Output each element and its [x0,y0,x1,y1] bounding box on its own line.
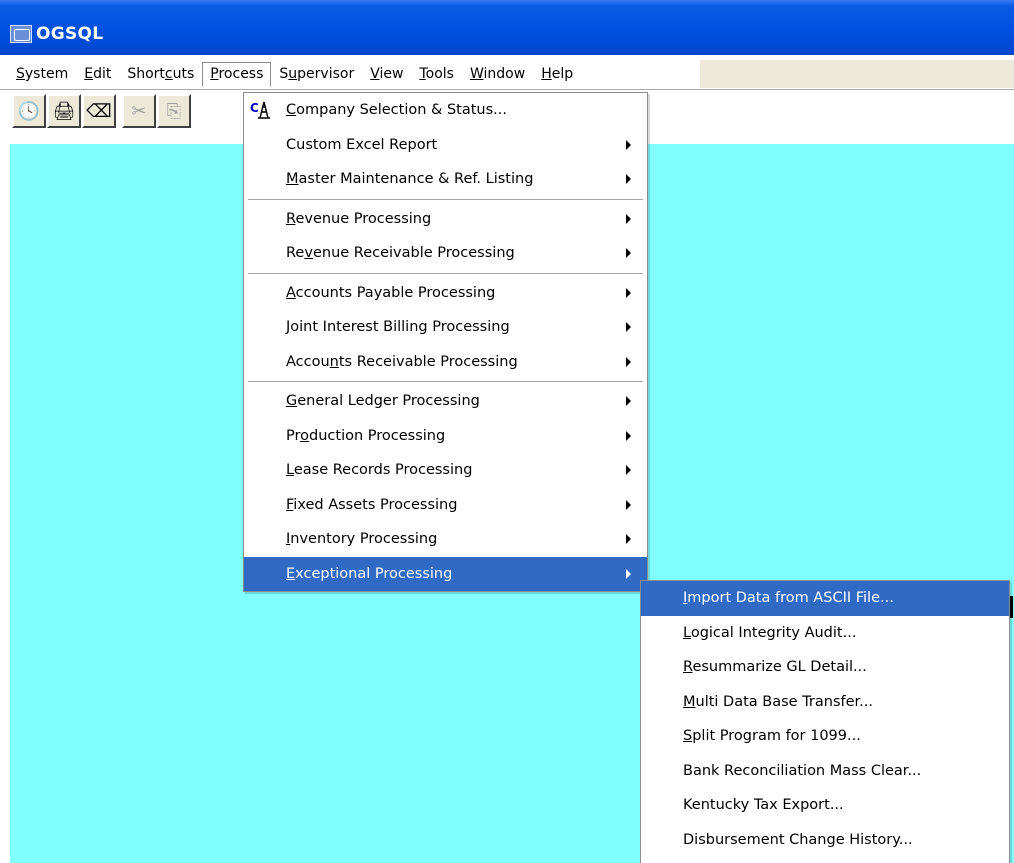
calendar-clock-icon: 🕓 [17,100,41,122]
menu-item-label: Accounts Payable Processing [286,284,496,301]
menu-item-custom-excel-report[interactable]: Custom Excel Report [244,128,647,163]
menu-item-label: Inventory Processing [286,531,438,548]
submenu-arrow-icon [626,396,631,407]
menu-window[interactable]: Window [462,62,533,87]
menu-item-fixed-assets-processing[interactable]: Fixed Assets Processing [244,488,647,523]
menu-item-label: Accounts Receivable Processing [286,353,518,370]
menu-item-label: Company Selection & Status... [286,102,507,119]
submenu-arrow-icon [626,568,631,579]
menu-item-label: General Ledger Processing [286,393,480,410]
submenu-arrow-icon [626,356,631,367]
submenu-arrow-icon [626,465,631,476]
print-preview-button[interactable]: 🖨 [47,94,81,128]
menu-item-label: Production Processing [286,427,446,444]
menu-item-label: Import Data from ASCII File... [683,590,894,607]
submenu-item-logical-integrity-audit[interactable]: Logical Integrity Audit... [641,616,1009,651]
process-menu: C Company Selection & Status... Custom Exc… [243,92,648,592]
copy-button[interactable]: ⎘ [157,94,191,128]
menu-item-label: Resummarize GL Detail... [683,659,867,676]
menu-view[interactable]: View [362,62,411,87]
eraser-icon: ⌫ [86,100,112,122]
menu-separator [248,272,643,274]
copy-icon: ⎘ [166,100,182,122]
submenu-item-disbursement-change-history[interactable]: Disbursement Change History... [641,823,1009,858]
submenu-arrow-icon [626,139,631,150]
menu-item-label: Master Maintenance & Ref. Listing [286,171,534,188]
menu-tools[interactable]: Tools [411,62,462,87]
menu-item-joint-interest-billing-processing[interactable]: Joint Interest Billing Processing [244,310,647,345]
title-bar[interactable]: OGSQL [0,0,1014,55]
submenu-arrow-icon [626,534,631,545]
menu-item-master-maintenance-and-ref-listing[interactable]: Master Maintenance & Ref. Listing [244,162,647,197]
menu-item-label: Multi Data Base Transfer... [683,693,874,710]
menu-system[interactable]: System [8,62,76,87]
submenu-item-bank-reconciliation-mass-clear[interactable]: Bank Reconciliation Mass Clear... [641,754,1009,789]
svg-text:C: C [250,101,259,115]
submenu-arrow-icon [626,174,631,185]
menu-item-label: Revenue Processing [286,210,432,227]
menu-separator [248,198,643,200]
print-preview-icon: 🖨 [52,100,76,122]
menu-edit[interactable]: Edit [76,62,119,87]
menu-item-label: Kentucky Tax Export... [683,797,844,814]
menu-item-label: Split Program for 1099... [683,728,861,745]
menu-item-accounts-receivable-processing[interactable]: Accounts Receivable Processing [244,345,647,380]
company-oil-rig-icon: C [250,100,276,120]
submenu-item-kentucky-tax-export[interactable]: Kentucky Tax Export... [641,788,1009,823]
menu-help[interactable]: Help [533,62,581,87]
menu-item-label: Logical Integrity Audit... [683,624,857,641]
submenu-item-resummarize-gl-detail[interactable]: Resummarize GL Detail... [641,650,1009,685]
menu-shortcuts[interactable]: Shortcuts [119,62,202,87]
menu-item-lease-records-processing[interactable]: Lease Records Processing [244,453,647,488]
submenu-arrow-icon [626,499,631,510]
submenu-arrow-icon [626,322,631,333]
calendar-clock-button[interactable]: 🕓 [12,94,46,128]
submenu-item-import-data-from-ascii-file[interactable]: Import Data from ASCII File... [641,581,1009,616]
menu-separator [248,381,643,382]
menu-item-revenue-processing[interactable]: Revenue Processing [244,202,647,237]
menu-item-label: Bank Reconciliation Mass Clear... [683,762,922,779]
menu-item-label: Joint Interest Billing Processing [286,319,510,336]
menu-item-label: Revenue Receivable Processing [286,245,515,262]
eraser-button[interactable]: ⌫ [82,94,116,128]
window-title: OGSQL [36,23,104,44]
cut-button[interactable]: ✂ [122,94,156,128]
client-left-border [0,144,10,863]
submenu-arrow-icon [626,430,631,441]
menu-item-label: Disbursement Change History... [683,831,913,848]
menu-item-inventory-processing[interactable]: Inventory Processing [244,522,647,557]
menu-bar-filler [700,60,1014,88]
cut-icon: ✂ [131,100,147,122]
menu-item-label: Lease Records Processing [286,462,473,479]
submenu-item-split-program-for-1099[interactable]: Split Program for 1099... [641,719,1009,754]
menu-item-company-selection-and-status[interactable]: C Company Selection & Status... [244,93,647,128]
app-icon[interactable] [10,24,32,43]
menu-item-label: Custom Excel Report [286,136,438,153]
submenu-item-multi-data-base-transfer[interactable]: Multi Data Base Transfer... [641,685,1009,720]
menu-process[interactable]: Process [202,62,272,86]
submenu-arrow-icon [626,287,631,298]
menu-item-label: Exceptional Processing [286,565,453,582]
menu-item-revenue-receivable-processing[interactable]: Revenue Receivable Processing [244,236,647,271]
menu-item-accounts-payable-processing[interactable]: Accounts Payable Processing [244,276,647,311]
menu-item-production-processing[interactable]: Production Processing [244,419,647,454]
menu-item-exceptional-processing[interactable]: Exceptional Processing [244,556,647,591]
submenu-arrow-icon [626,248,631,259]
submenu-arrow-icon [626,213,631,224]
exceptional-processing-submenu: Import Data from ASCII File... Logical In… [640,580,1010,863]
text-cursor-icon [1010,596,1013,618]
menu-item-general-ledger-processing[interactable]: General Ledger Processing [244,384,647,419]
menu-item-label: Fixed Assets Processing [286,496,458,513]
menu-supervisor[interactable]: Supervisor [271,62,362,87]
